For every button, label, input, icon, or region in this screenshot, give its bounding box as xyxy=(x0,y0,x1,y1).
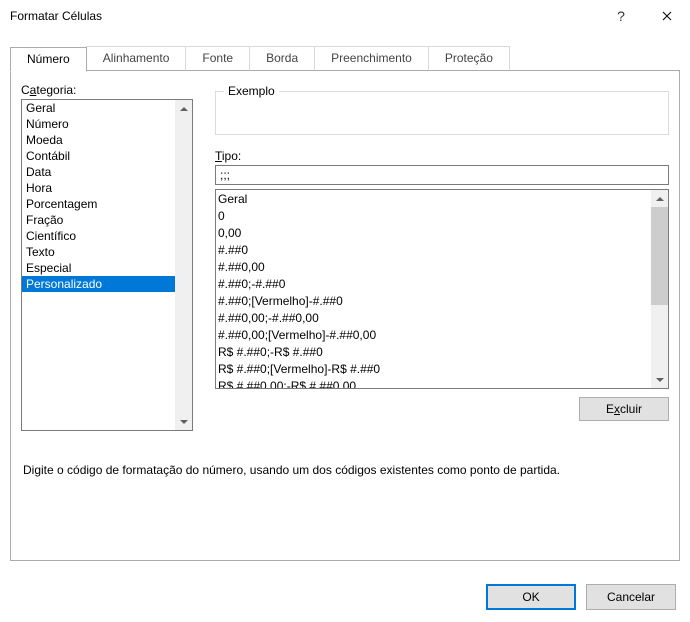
title-bar: Formatar Células ? xyxy=(0,0,690,32)
exemplo-label: Exemplo xyxy=(224,84,279,98)
tab-protecao[interactable]: Proteção xyxy=(428,46,510,71)
dialog-buttons: OK Cancelar xyxy=(486,584,676,610)
exemplo-group: Exemplo xyxy=(215,91,669,135)
tipo-item[interactable]: R$ #.##0;-R$ #.##0 xyxy=(218,344,649,361)
scroll-up-button[interactable] xyxy=(651,190,668,207)
tab-panel-numero: Categoria: GeralNúmeroMoedaContábilDataH… xyxy=(10,71,680,561)
categoria-item[interactable]: Fração xyxy=(22,212,175,228)
details-column: Exemplo Tipo: Geral00,00#.##0#.##0,00#.#… xyxy=(215,83,669,431)
categoria-item[interactable]: Data xyxy=(22,164,175,180)
categoria-item[interactable]: Especial xyxy=(22,260,175,276)
categoria-label: Categoria: xyxy=(21,83,193,97)
ok-button[interactable]: OK xyxy=(486,584,576,610)
categoria-listbox-inner: GeralNúmeroMoedaContábilDataHoraPorcenta… xyxy=(22,100,175,430)
categoria-item[interactable]: Moeda xyxy=(22,132,175,148)
cancel-button[interactable]: Cancelar xyxy=(586,584,676,610)
close-button[interactable] xyxy=(644,0,690,32)
window-title: Formatar Células xyxy=(10,0,598,32)
chevron-down-icon xyxy=(180,418,188,426)
scroll-down-button[interactable] xyxy=(651,371,668,388)
tipo-item[interactable]: #.##0 xyxy=(218,242,649,259)
tab-fonte[interactable]: Fonte xyxy=(185,46,250,71)
categoria-column: Categoria: GeralNúmeroMoedaContábilDataH… xyxy=(21,83,193,431)
categoria-item[interactable]: Científico xyxy=(22,228,175,244)
categoria-label-post: tegoria: xyxy=(36,83,76,97)
scroll-track[interactable] xyxy=(175,117,192,413)
tipo-item[interactable]: R$ #.##0,00;-R$ #.##0,00 xyxy=(218,378,649,389)
scroll-down-button[interactable] xyxy=(175,413,192,430)
hint-text: Digite o código de formatação do número,… xyxy=(23,463,667,477)
tab-preenchimento[interactable]: Preenchimento xyxy=(314,46,429,71)
exemplo-value xyxy=(216,92,668,112)
tipo-label-u: T xyxy=(215,149,222,163)
categoria-item[interactable]: Número xyxy=(22,116,175,132)
scroll-up-button[interactable] xyxy=(175,100,192,117)
categoria-label-pre: C xyxy=(21,83,30,97)
categoria-scrollbar[interactable] xyxy=(175,100,192,430)
scroll-thumb[interactable] xyxy=(651,207,668,305)
tipo-item[interactable]: R$ #.##0;[Vermelho]-R$ #.##0 xyxy=(218,361,649,378)
tipo-item[interactable]: Geral xyxy=(218,191,649,208)
excluir-button[interactable]: Excluir xyxy=(579,397,669,421)
categoria-item[interactable]: Hora xyxy=(22,180,175,196)
scroll-track[interactable] xyxy=(651,207,668,371)
tipo-item[interactable]: #.##0,00 xyxy=(218,259,649,276)
tipo-label-post: ipo: xyxy=(222,149,241,163)
tipo-item[interactable]: #.##0,00;[Vermelho]-#.##0,00 xyxy=(218,327,649,344)
tipo-item[interactable]: 0,00 xyxy=(218,225,649,242)
excluir-row: Excluir xyxy=(215,397,669,421)
chevron-down-icon xyxy=(656,376,664,384)
tipo-item[interactable]: #.##0;[Vermelho]-#.##0 xyxy=(218,293,649,310)
chevron-up-icon xyxy=(656,195,664,203)
categoria-item[interactable]: Personalizado xyxy=(22,276,175,292)
help-button[interactable]: ? xyxy=(598,0,644,32)
tipo-listbox-inner: Geral00,00#.##0#.##0,00#.##0;-#.##0#.##0… xyxy=(216,190,651,388)
categoria-item[interactable]: Texto xyxy=(22,244,175,260)
excluir-pre: E xyxy=(606,402,614,416)
tipo-listbox[interactable]: Geral00,00#.##0#.##0,00#.##0;-#.##0#.##0… xyxy=(215,189,669,389)
categoria-item[interactable]: Contábil xyxy=(22,148,175,164)
tipo-item[interactable]: #.##0,00;-#.##0,00 xyxy=(218,310,649,327)
categoria-item[interactable]: Geral xyxy=(22,100,175,116)
categoria-item[interactable]: Porcentagem xyxy=(22,196,175,212)
tipo-input[interactable] xyxy=(215,165,669,185)
chevron-up-icon xyxy=(180,105,188,113)
tab-borda[interactable]: Borda xyxy=(249,46,315,71)
tipo-label: Tipo: xyxy=(215,149,669,163)
close-icon xyxy=(662,11,672,21)
tipo-item[interactable]: #.##0;-#.##0 xyxy=(218,276,649,293)
content-grid: Categoria: GeralNúmeroMoedaContábilDataH… xyxy=(21,83,669,431)
tab-strip: Número Alinhamento Fonte Borda Preenchim… xyxy=(10,46,680,71)
tipo-scrollbar[interactable] xyxy=(651,190,668,388)
format-cells-dialog: Formatar Células ? Número Alinhamento Fo… xyxy=(0,0,690,622)
tipo-item[interactable]: 0 xyxy=(218,208,649,225)
categoria-listbox[interactable]: GeralNúmeroMoedaContábilDataHoraPorcenta… xyxy=(21,99,193,431)
excluir-post: cluir xyxy=(620,402,642,416)
tab-alinhamento[interactable]: Alinhamento xyxy=(86,46,187,71)
tab-numero[interactable]: Número xyxy=(10,47,87,72)
